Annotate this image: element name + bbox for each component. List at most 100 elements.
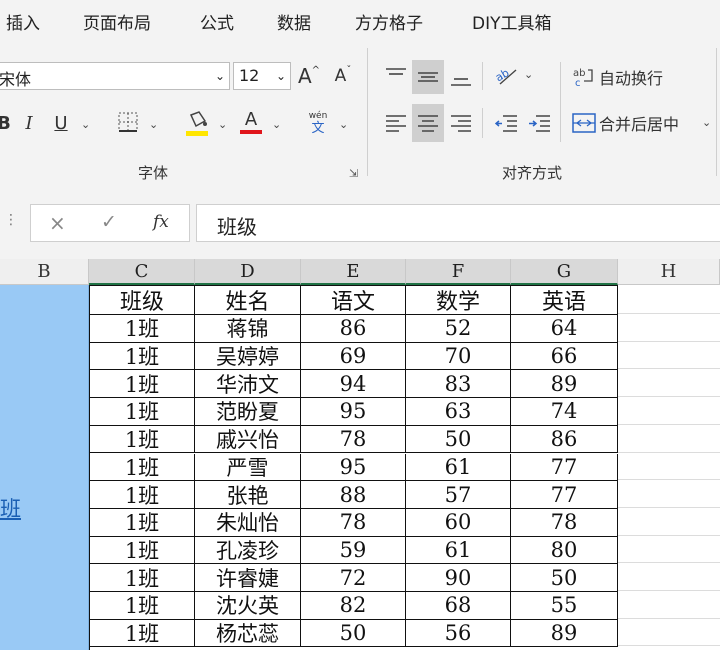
cell-english[interactable]: 80 [511, 536, 618, 565]
cell-chinese[interactable]: 95 [301, 398, 406, 426]
cell-class[interactable]: 1班 [90, 619, 195, 648]
cell-math[interactable]: 90 [406, 564, 511, 592]
cell-english[interactable]: 74 [511, 398, 618, 426]
chevron-down-icon[interactable]: ⌄ [218, 118, 227, 131]
cell-english[interactable]: 55 [511, 592, 618, 620]
cell-class[interactable]: 1班 [90, 564, 195, 592]
cell-math[interactable]: 61 [406, 453, 511, 482]
cell-english[interactable]: 77 [511, 453, 618, 482]
cell-class[interactable]: 1班 [90, 481, 195, 509]
cell-math[interactable]: 70 [406, 342, 511, 371]
cell-name[interactable]: 沈火英 [195, 592, 301, 620]
cell-math[interactable]: 68 [406, 592, 511, 620]
align-top-button[interactable] [382, 60, 410, 90]
column-header-g[interactable]: G [511, 259, 618, 285]
merged-cell-b[interactable]: 班 [0, 285, 89, 650]
chevron-down-icon[interactable]: ⌄ [339, 118, 348, 131]
cell-class[interactable]: 1班 [90, 592, 195, 620]
chevron-down-icon[interactable]: ⌄ [215, 69, 225, 83]
column-header-d[interactable]: D [195, 259, 301, 285]
cell-math[interactable]: 52 [406, 315, 511, 343]
italic-button[interactable]: I [18, 108, 40, 138]
cell-english[interactable]: 64 [511, 315, 618, 343]
tab-page-layout[interactable]: 页面布局 [83, 9, 151, 34]
chevron-down-icon[interactable]: ⌄ [272, 118, 281, 131]
align-center-button[interactable] [412, 104, 444, 142]
bold-button[interactable]: B [0, 108, 12, 138]
cell-math[interactable]: 83 [406, 370, 511, 399]
chevron-down-icon[interactable]: ⌄ [702, 116, 711, 129]
vertical-dots-icon[interactable]: ⋮ [4, 212, 18, 228]
cell-english[interactable]: 89 [511, 370, 618, 399]
align-bottom-button[interactable] [447, 60, 475, 94]
header-cell-class[interactable]: 班级 [90, 286, 195, 315]
cell-name[interactable]: 戚兴怡 [195, 425, 301, 454]
cell-chinese[interactable]: 95 [301, 453, 406, 482]
cell-chinese[interactable]: 78 [301, 508, 406, 537]
align-right-button[interactable] [447, 106, 475, 140]
phonetic-guide-button[interactable]: wén 文 [304, 106, 332, 140]
chevron-down-icon[interactable]: ⌄ [149, 118, 158, 131]
header-cell-english[interactable]: 英语 [511, 286, 618, 315]
cell-class[interactable]: 1班 [90, 536, 195, 565]
cell-name[interactable]: 朱灿怡 [195, 508, 301, 537]
column-header-f[interactable]: F [406, 259, 511, 285]
cell-class[interactable]: 1班 [90, 398, 195, 426]
cell-chinese[interactable]: 59 [301, 536, 406, 565]
font-size-combobox[interactable]: 12 ⌄ [233, 62, 291, 90]
merge-center-button[interactable]: 合并后居中 [572, 108, 692, 138]
cell-class[interactable]: 1班 [90, 453, 195, 482]
cell-class[interactable]: 1班 [90, 342, 195, 371]
enter-icon[interactable]: ✓ [101, 211, 117, 233]
column-h-cells[interactable] [618, 285, 720, 650]
decrease-font-size-button[interactable]: Aˇ [330, 62, 356, 90]
cell-name[interactable]: 华沛文 [195, 370, 301, 399]
column-header-b[interactable]: B [0, 259, 89, 285]
cell-math[interactable]: 61 [406, 536, 511, 565]
cell-name[interactable]: 孔凌珍 [195, 536, 301, 565]
tab-data[interactable]: 数据 [277, 9, 311, 34]
cell-chinese[interactable]: 69 [301, 342, 406, 371]
cell-name[interactable]: 蒋锦 [195, 315, 301, 343]
cell-class[interactable]: 1班 [90, 508, 195, 537]
font-name-combobox[interactable]: 宋体 ⌄ [0, 62, 230, 90]
cell-chinese[interactable]: 78 [301, 425, 406, 454]
cell-name[interactable]: 吴婷婷 [195, 342, 301, 371]
cell-name[interactable]: 张艳 [195, 481, 301, 509]
cell-chinese[interactable]: 50 [301, 619, 406, 648]
increase-font-size-button[interactable]: A ^ [296, 62, 322, 90]
cell-math[interactable]: 60 [406, 508, 511, 537]
cell-english[interactable]: 66 [511, 342, 618, 371]
cell-math[interactable]: 50 [406, 425, 511, 454]
header-cell-chinese[interactable]: 语文 [301, 286, 406, 315]
cell-english[interactable]: 89 [511, 619, 618, 648]
cell-name[interactable]: 范盼夏 [195, 398, 301, 426]
fill-color-button[interactable] [184, 108, 210, 138]
chevron-down-icon[interactable]: ⌄ [276, 69, 286, 83]
chevron-down-icon[interactable]: ⌄ [524, 68, 533, 81]
cell-chinese[interactable]: 88 [301, 481, 406, 509]
cell-chinese[interactable]: 86 [301, 315, 406, 343]
decrease-indent-button[interactable] [492, 106, 520, 140]
cancel-icon[interactable]: × [49, 211, 66, 235]
cell-class[interactable]: 1班 [90, 315, 195, 343]
align-left-button[interactable] [382, 106, 410, 140]
cell-math[interactable]: 63 [406, 398, 511, 426]
font-color-button[interactable]: A [238, 106, 264, 138]
tab-formulas[interactable]: 公式 [200, 9, 234, 34]
cell-chinese[interactable]: 94 [301, 370, 406, 399]
cell-english[interactable]: 50 [511, 564, 618, 592]
cell-chinese[interactable]: 72 [301, 564, 406, 592]
cell-math[interactable]: 57 [406, 481, 511, 509]
cell-name[interactable]: 许睿婕 [195, 564, 301, 592]
cell-english[interactable]: 78 [511, 508, 618, 537]
align-middle-button[interactable] [412, 60, 444, 94]
cell-class[interactable]: 1班 [90, 370, 195, 399]
tab-insert[interactable]: 插入 [6, 9, 40, 34]
borders-button[interactable] [116, 110, 140, 134]
wrap-text-button[interactable]: ab c 自动换行 [572, 62, 672, 92]
header-cell-name[interactable]: 姓名 [195, 286, 301, 315]
cell-name[interactable]: 严雪 [195, 453, 301, 482]
cell-class[interactable]: 1班 [90, 425, 195, 454]
formula-input[interactable]: 班级 [196, 204, 720, 242]
